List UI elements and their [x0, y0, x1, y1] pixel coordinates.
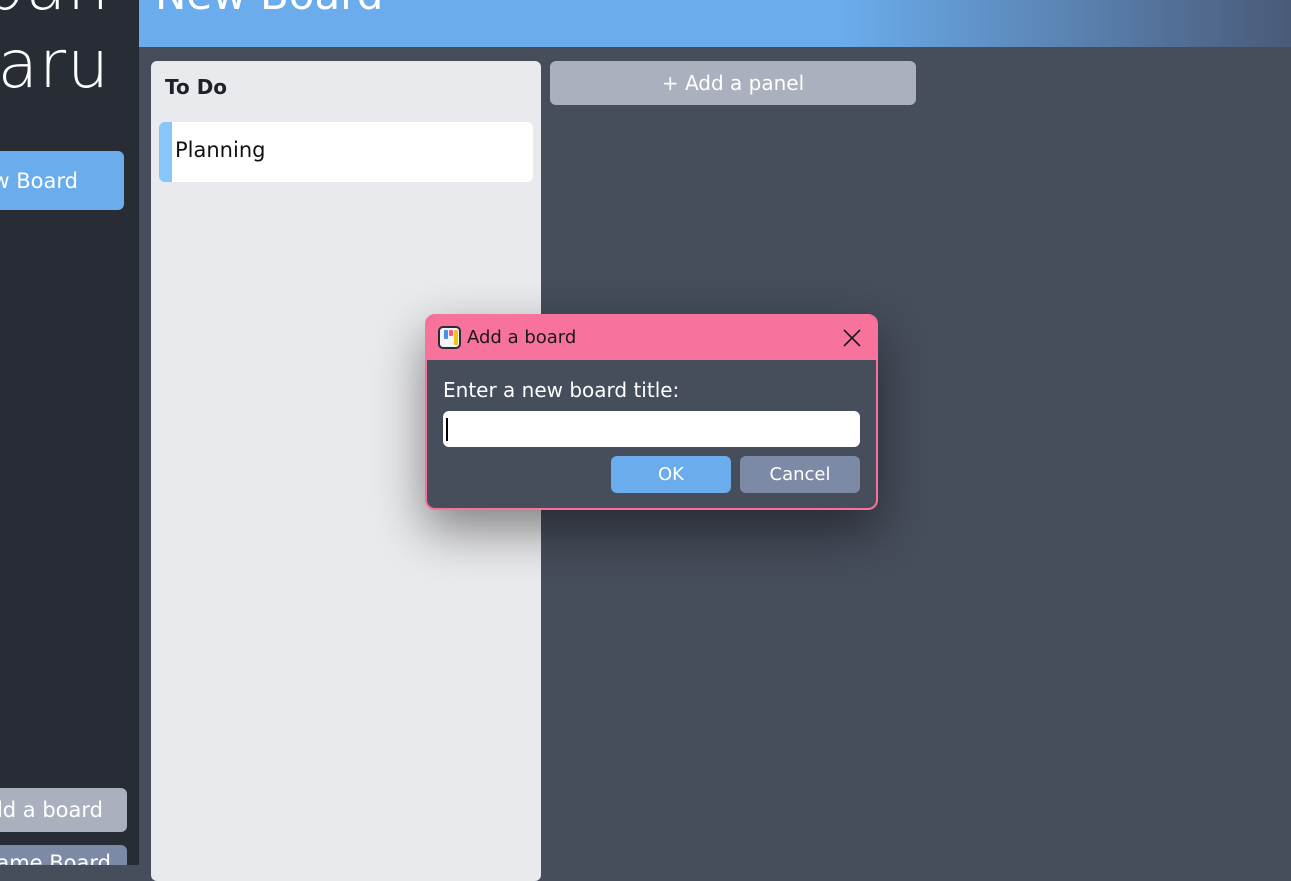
board-header: New Board	[139, 0, 1291, 47]
add-board-dialog: Add a board Enter a new board title: OK …	[425, 314, 878, 510]
text-caret	[446, 418, 448, 441]
add-board-button[interactable]: Add a board	[0, 788, 127, 832]
rename-board-button[interactable]: Rename Board	[0, 845, 127, 865]
panel-title[interactable]: To Do	[165, 75, 227, 99]
add-panel-button[interactable]: + Add a panel	[550, 61, 916, 105]
board-title-input[interactable]	[443, 411, 860, 447]
dialog-titlebar[interactable]: Add a board	[427, 316, 876, 360]
cancel-button[interactable]: Cancel	[740, 456, 860, 493]
close-icon	[843, 329, 861, 347]
ok-button[interactable]: OK	[611, 456, 731, 493]
sidebar: Kanban Karu New Board Add a board Rename…	[0, 0, 139, 865]
card-planning[interactable]: Planning	[159, 122, 533, 182]
card-accent	[159, 122, 172, 182]
close-button[interactable]	[836, 322, 868, 354]
card-text: Planning	[175, 138, 266, 162]
kanban-app-icon	[438, 326, 461, 349]
dialog-title: Add a board	[467, 327, 577, 348]
app-title: Kanban Karu	[0, 0, 110, 103]
board-title: New Board	[155, 0, 383, 20]
new-board-button[interactable]: New Board	[0, 151, 124, 210]
board-title-prompt: Enter a new board title:	[443, 378, 680, 402]
